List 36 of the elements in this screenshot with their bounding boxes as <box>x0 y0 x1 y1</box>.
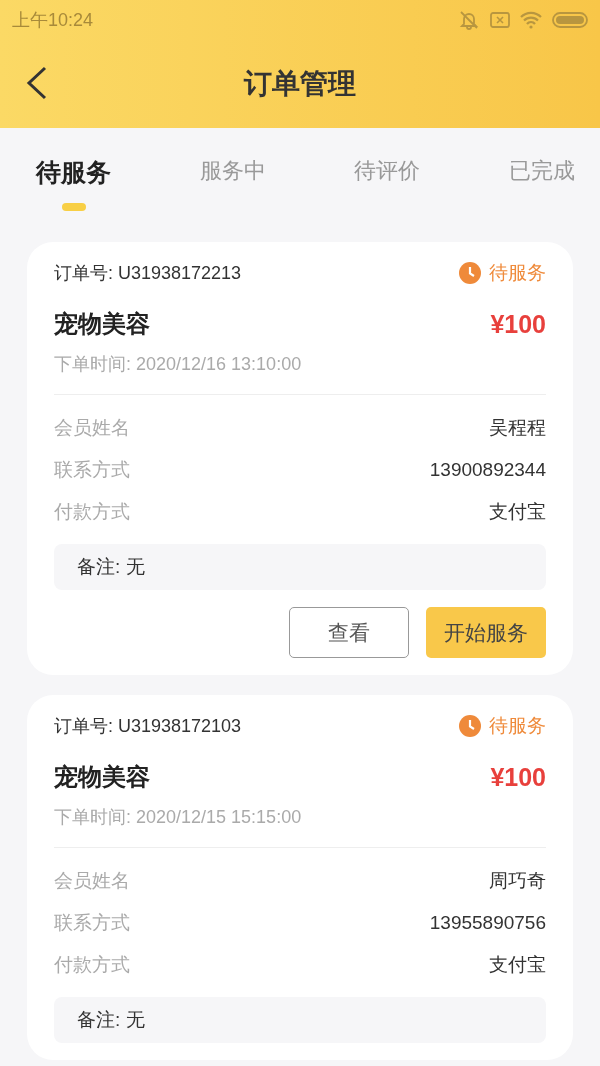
view-button[interactable]: 查看 <box>289 607 409 658</box>
sim-card-icon <box>490 11 510 29</box>
back-icon[interactable] <box>26 66 48 100</box>
clock-icon <box>459 262 481 284</box>
order-price: ¥100 <box>490 762 546 792</box>
wifi-icon <box>520 11 542 29</box>
order-status: 待服务 <box>489 714 546 738</box>
status-time: 上午10:24 <box>12 9 94 32</box>
order-note: 备注: 无 <box>54 544 546 590</box>
field-label: 会员姓名 <box>54 869 130 893</box>
field-value: 支付宝 <box>489 500 546 524</box>
service-name: 宠物美容 <box>54 762 150 792</box>
field-label: 会员姓名 <box>54 416 130 440</box>
service-name: 宠物美容 <box>54 309 150 339</box>
field-value: 13955890756 <box>429 912 546 934</box>
field-label: 付款方式 <box>54 953 130 977</box>
mute-bell-icon <box>458 10 480 30</box>
field-label: 联系方式 <box>54 458 130 482</box>
order-number: 订单号: U31938172103 <box>54 715 242 738</box>
field-label: 联系方式 <box>54 911 130 935</box>
field-label: 付款方式 <box>54 500 130 524</box>
page-title: 订单管理 <box>244 67 356 101</box>
clock-icon <box>459 715 481 737</box>
order-number: 订单号: U31938172213 <box>54 262 242 285</box>
order-time: 下单时间: 2020/12/16 13:10:00 <box>54 353 303 376</box>
field-value: 支付宝 <box>489 953 546 977</box>
order-price: ¥100 <box>490 309 546 339</box>
battery-icon <box>552 11 588 29</box>
order-time: 下单时间: 2020/12/15 15:15:00 <box>54 806 303 829</box>
start-service-button[interactable]: 开始服务 <box>426 607 546 658</box>
tab[interactable]: 待服务 <box>36 156 111 214</box>
order-status: 待服务 <box>489 261 546 285</box>
order-note: 备注: 无 <box>54 997 546 1043</box>
field-value: 周巧奇 <box>489 869 546 893</box>
field-value: 13900892344 <box>429 459 546 481</box>
field-value: 吴程程 <box>489 416 546 440</box>
